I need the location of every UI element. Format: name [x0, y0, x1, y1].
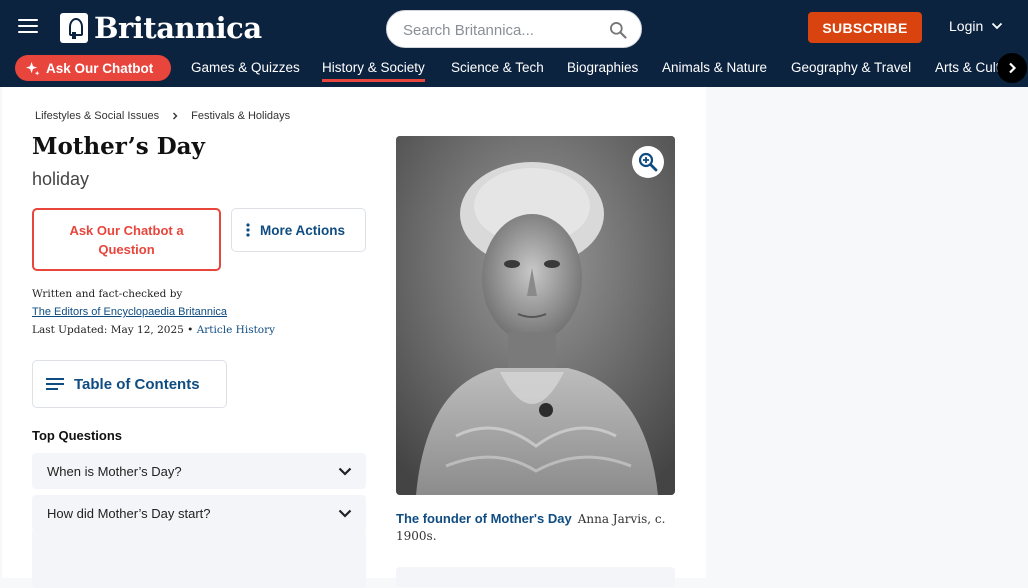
caption-title[interactable]: The founder of Mother's Day: [396, 511, 572, 526]
nav-games-quizzes[interactable]: Games & Quizzes: [191, 60, 300, 75]
more-actions-label: More Actions: [260, 222, 346, 238]
ask-chatbot-pill-label: Ask Our Chatbot: [46, 60, 154, 76]
more-vert-icon: [246, 223, 250, 237]
ask-chatbot-pill[interactable]: Ask Our Chatbot: [15, 55, 171, 81]
breadcrumb-item[interactable]: Festivals & Holidays: [191, 110, 290, 122]
question-row[interactable]: How did Mother’s Day start?: [32, 495, 366, 531]
last-updated-label: Last Updated: May 12, 2025: [32, 324, 184, 336]
written-by-label: Written and fact-checked by: [32, 288, 183, 300]
site-logo[interactable]: Britannica: [60, 12, 262, 44]
search-input[interactable]: [403, 19, 603, 41]
zoom-in-icon: [638, 152, 658, 172]
toc-list-icon: [46, 378, 64, 390]
chevron-right-icon: [173, 112, 178, 120]
login-button[interactable]: Login: [949, 18, 1003, 34]
chevron-down-icon: [992, 22, 1003, 30]
chevron-right-icon: [1009, 62, 1017, 74]
question-row[interactable]: When is Mother’s Day?: [32, 453, 366, 489]
question-label: How did Mother’s Day start?: [47, 505, 211, 521]
article-summary-card: [32, 528, 366, 588]
article-history-link[interactable]: Article History: [197, 324, 275, 336]
related-card: [396, 567, 675, 587]
site-header: Britannica SUBSCRIBE Login Ask Our Chatb…: [0, 0, 1028, 87]
table-of-contents-button[interactable]: Table of Contents: [32, 360, 227, 408]
nav-animals-nature[interactable]: Animals & Nature: [662, 60, 767, 75]
zoom-image-button[interactable]: [632, 146, 664, 178]
featured-image[interactable]: [396, 136, 675, 495]
top-questions-heading: Top Questions: [32, 428, 123, 443]
nav-history-society[interactable]: History & Society: [322, 60, 425, 82]
nav-biographies[interactable]: Biographies: [567, 60, 638, 75]
subscribe-button[interactable]: SUBSCRIBE: [808, 12, 922, 43]
author-link[interactable]: The Editors of Encyclopaedia Britannica: [32, 306, 227, 318]
chevron-down-icon: [338, 467, 352, 476]
sparkle-icon: [25, 61, 40, 76]
image-caption: The founder of Mother's Day Anna Jarvis, …: [396, 510, 678, 545]
category-nav: Ask Our Chatbot Games & Quizzes History …: [0, 53, 1028, 84]
menu-icon[interactable]: [18, 19, 38, 37]
meta-separator: •: [187, 324, 194, 336]
question-label: When is Mother’s Day?: [47, 463, 182, 479]
search-icon[interactable]: [608, 20, 628, 40]
logo-icon: [60, 13, 88, 43]
search-box: [386, 10, 642, 48]
login-label: Login: [949, 18, 984, 34]
breadcrumb-item[interactable]: Lifestyles & Social Issues: [35, 110, 159, 122]
breadcrumb: Lifestyles & Social Issues Festivals & H…: [35, 110, 290, 122]
nav-science-tech[interactable]: Science & Tech: [451, 60, 544, 75]
toc-label: Table of Contents: [74, 375, 200, 393]
last-updated-line: Last Updated: May 12, 2025 • Article His…: [32, 324, 275, 336]
ask-chatbot-button[interactable]: Ask Our Chatbot a Question: [32, 208, 221, 271]
chevron-down-icon: [338, 509, 352, 518]
page-subtitle: holiday: [32, 169, 90, 189]
logo-text: Britannica: [94, 11, 262, 45]
nav-scroll-right-button[interactable]: [997, 53, 1027, 83]
portrait-photo: [396, 136, 675, 495]
more-actions-button[interactable]: More Actions: [231, 208, 366, 252]
nav-geography-travel[interactable]: Geography & Travel: [791, 60, 911, 75]
article-content: Lifestyles & Social Issues Festivals & H…: [2, 87, 706, 588]
page-title: Mother’s Day: [32, 133, 205, 160]
